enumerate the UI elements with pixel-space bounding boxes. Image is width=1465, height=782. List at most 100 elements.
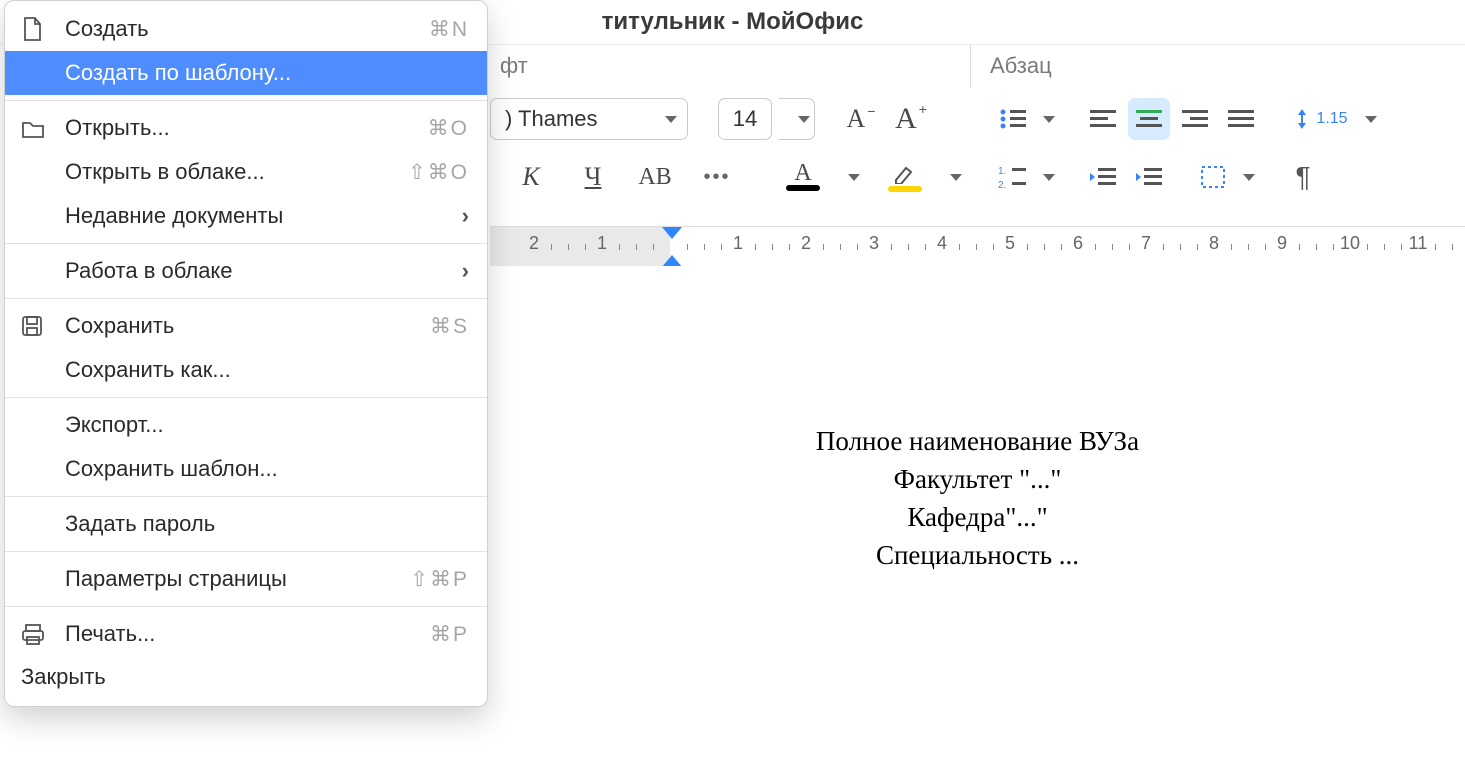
menu-separator: [5, 298, 487, 299]
ruler-tick-label: 3: [869, 233, 879, 254]
highlight-dropdown[interactable]: [946, 156, 966, 198]
numbered-list-icon: 1. 2.: [998, 164, 1028, 190]
font-size-input[interactable]: 14: [718, 98, 772, 140]
align-right-button[interactable]: [1174, 98, 1216, 140]
menu-item-label: Экспорт...: [65, 412, 469, 438]
ruler-tick-label: 6: [1073, 233, 1083, 254]
menu-item-shortcut: ⌘N: [429, 17, 469, 42]
increase-indent-icon: [1134, 165, 1164, 189]
line-spacing-value: 1.15: [1316, 110, 1347, 128]
more-font-button[interactable]: •••: [696, 156, 738, 198]
section-label-font: фт: [500, 53, 528, 79]
decrease-indent-button[interactable]: [1082, 156, 1124, 198]
font-name-value: ) Thames: [505, 106, 598, 132]
font-size-value: 14: [733, 106, 757, 132]
chevron-down-icon: [1365, 116, 1377, 123]
borders-button[interactable]: [1192, 156, 1234, 198]
document-line[interactable]: Кафедра"...": [490, 502, 1465, 533]
numbered-list-button[interactable]: 1. 2.: [992, 156, 1034, 198]
ellipsis-icon: •••: [703, 166, 730, 189]
text-color-button[interactable]: A: [782, 156, 824, 198]
menu-item-shortcut: ⌘S: [430, 314, 469, 339]
ruler-tick-label: 8: [1209, 233, 1219, 254]
menu-item[interactable]: Создать⌘N: [5, 7, 487, 51]
borders-dropdown[interactable]: [1238, 156, 1260, 198]
document-line[interactable]: Факультет "...": [490, 464, 1465, 495]
chevron-down-icon: [1043, 174, 1055, 181]
menu-item-shortcut: ⇧⌘P: [410, 567, 469, 592]
save-icon: [21, 315, 65, 337]
menu-item-shortcut: ⇧⌘O: [408, 160, 469, 185]
section-label-paragraph: Абзац: [990, 53, 1052, 79]
line-spacing-dropdown[interactable]: [1360, 98, 1382, 140]
menu-item[interactable]: Печать...⌘P: [5, 612, 487, 656]
ruler-indent-marker[interactable]: [662, 227, 682, 267]
bullet-list-dropdown[interactable]: [1038, 98, 1060, 140]
text-color-dropdown[interactable]: [844, 156, 864, 198]
highlight-button[interactable]: [884, 156, 926, 198]
align-center-button[interactable]: [1128, 98, 1170, 140]
ruler-tick-label: 1: [597, 233, 607, 254]
decrease-indent-icon: [1088, 165, 1118, 189]
menu-item-label: Параметры страницы: [65, 566, 410, 592]
italic-button[interactable]: К: [510, 156, 552, 198]
text-color-icon: A: [794, 163, 811, 183]
decrease-font-button[interactable]: A −: [839, 98, 881, 140]
menu-item-label: Сохранить шаблон...: [65, 456, 469, 482]
font-name-combo[interactable]: ) Thames: [490, 98, 688, 140]
ruler-tick-label: 1: [733, 233, 743, 254]
menu-item[interactable]: Открыть...⌘O: [5, 106, 487, 150]
chevron-down-icon: [848, 174, 860, 181]
align-left-icon: [1088, 107, 1118, 131]
font-size-dropdown[interactable]: [779, 98, 815, 140]
pilcrow-icon: ¶: [1295, 161, 1310, 193]
menu-item-label: Открыть...: [65, 115, 428, 141]
menu-item-label: Создать: [65, 16, 429, 42]
menu-item-label: Открыть в облаке...: [65, 159, 408, 185]
document-line[interactable]: Полное наименование ВУЗа: [490, 426, 1465, 457]
numbered-list-dropdown[interactable]: [1038, 156, 1060, 198]
menu-item[interactable]: Создать по шаблону...: [5, 51, 487, 95]
align-center-icon: [1134, 107, 1164, 131]
document-line[interactable]: Специальность ...: [490, 540, 1465, 571]
menu-item[interactable]: Работа в облаке›: [5, 249, 487, 293]
menu-item[interactable]: Сохранить шаблон...: [5, 447, 487, 491]
chevron-down-icon: [665, 116, 677, 123]
increase-font-button[interactable]: A +: [889, 98, 931, 140]
file-menu: Создать⌘N Создать по шаблону... Открыть...…: [4, 0, 488, 707]
increase-indent-button[interactable]: [1128, 156, 1170, 198]
line-spacing-icon: [1292, 106, 1312, 132]
menu-separator: [5, 397, 487, 398]
ruler-tick-label: 2: [529, 233, 539, 254]
menu-item-label: Создать по шаблону...: [65, 60, 469, 86]
chevron-down-icon: [1043, 116, 1055, 123]
menu-item[interactable]: Параметры страницы⇧⌘P: [5, 557, 487, 601]
align-justify-button[interactable]: [1220, 98, 1262, 140]
bullet-list-icon: [998, 106, 1028, 132]
menu-item[interactable]: Сохранить как...: [5, 348, 487, 392]
line-spacing-button[interactable]: 1.15: [1284, 98, 1356, 140]
menu-item-label: Сохранить как...: [65, 357, 469, 383]
chevron-down-icon: [950, 174, 962, 181]
file-icon: [21, 16, 65, 42]
menu-close-button[interactable]: Закрыть: [5, 656, 487, 700]
menu-item[interactable]: Задать пароль: [5, 502, 487, 546]
menu-item-label: Недавние документы: [65, 203, 452, 229]
menu-item[interactable]: Недавние документы›: [5, 194, 487, 238]
bullet-list-button[interactable]: [992, 98, 1034, 140]
horizontal-ruler[interactable]: 2112345678910111213: [490, 226, 1465, 266]
underline-icon: Ч: [585, 162, 602, 192]
align-left-button[interactable]: [1082, 98, 1124, 140]
borders-icon: [1199, 164, 1227, 190]
underline-button[interactable]: Ч: [572, 156, 614, 198]
folder-icon: [21, 117, 65, 139]
caps-button[interactable]: АВ: [634, 156, 676, 198]
document-page[interactable]: Полное наименование ВУЗа Факультет "..." К…: [490, 266, 1465, 782]
menu-item[interactable]: Открыть в облаке...⇧⌘O: [5, 150, 487, 194]
print-icon: [21, 623, 65, 645]
menu-item[interactable]: Сохранить⌘S: [5, 304, 487, 348]
menu-item-label: Сохранить: [65, 313, 430, 339]
menu-item[interactable]: Экспорт...: [5, 403, 487, 447]
ruler-tick-label: 9: [1277, 233, 1287, 254]
pilcrow-button[interactable]: ¶: [1282, 156, 1324, 198]
